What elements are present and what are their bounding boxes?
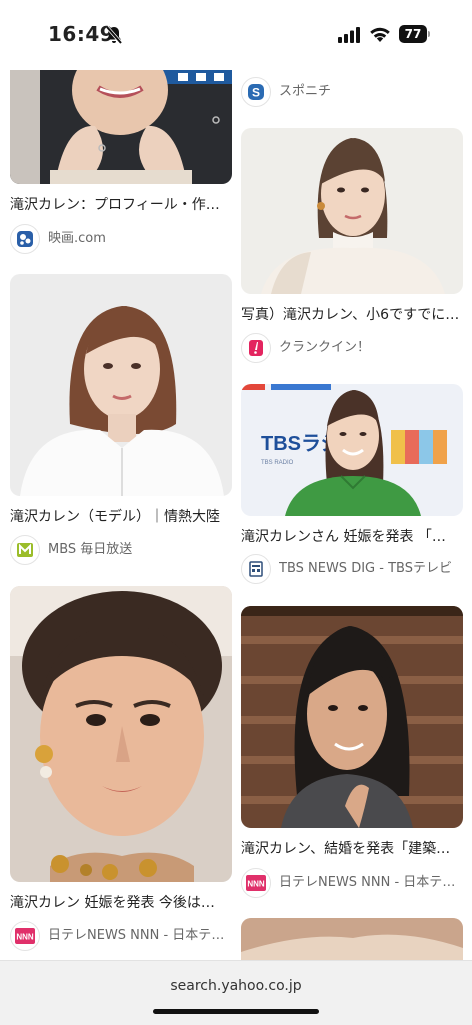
result-image[interactable] [10,274,232,496]
source-name: クランクイン！ [279,340,371,355]
source-name: MBS 毎日放送 [48,542,133,557]
cellular-signal-icon [338,27,362,47]
result-source[interactable]: NNN 日テレNEWS NNN - 日本テレビ [10,921,232,951]
home-indicator[interactable] [153,1009,319,1014]
nnn-icon: NNN [241,868,271,898]
silent-mode-icon [104,25,124,49]
result-source[interactable]: TBS NEWS DIG - TBSテレビ [241,554,463,584]
source-name: 日テレNEWS NNN - 日本テレビ [279,875,463,890]
result-source[interactable]: NNN 日テレNEWS NNN - 日本テレビ [241,868,463,898]
result-image[interactable] [241,606,463,828]
battery-icon: 77 [399,25,431,43]
tbs-icon [241,554,271,584]
source-name: 映画.com [48,231,106,246]
url-text[interactable]: search.yahoo.co.jp [0,978,472,994]
source-name: TBS NEWS DIG - TBSテレビ [279,561,452,576]
result-title[interactable]: 写真）滝沢カレン、小6ですでに… [241,306,463,324]
result-source[interactable]: クランクイン！ [241,333,463,363]
mbs-icon [10,535,40,565]
source-name: スポニチ [279,84,332,99]
result-title[interactable]: 滝沢カレン（モデル）｜情熱大陸 [10,508,232,526]
result-title[interactable]: 滝沢カレン 妊娠を発表 今後は… [10,894,232,912]
result-image[interactable] [241,128,463,294]
eiga-com-icon [10,224,40,254]
nnn-icon: NNN [10,921,40,951]
svg-text:NNN: NNN [247,880,265,889]
source-name: 日テレNEWS NNN - 日本テレビ [48,928,232,943]
result-source[interactable]: MBS 毎日放送 [10,535,232,565]
result-image[interactable] [10,70,232,184]
result-title[interactable]: 滝沢カレンさん 妊娠を発表 「… [241,528,463,546]
crankin-icon [241,333,271,363]
svg-text:S: S [252,86,260,100]
browser-url-bar[interactable]: search.yahoo.co.jp [0,960,472,1025]
result-title[interactable]: 滝沢カレン：プロフィール・作品情報 [10,196,232,214]
battery-level: 77 [399,25,427,43]
result-source[interactable]: 映画.com [10,224,232,254]
result-image[interactable] [10,586,232,882]
result-image[interactable]: TBSラジ TBS RADIO [241,384,463,516]
wifi-icon [369,25,391,47]
result-source[interactable]: S スポニチ [241,77,463,107]
result-title[interactable]: 滝沢カレン、結婚を発表「建築… [241,840,463,858]
sponichi-icon: S [241,77,271,107]
status-bar: 16:49 77 [0,0,472,70]
svg-text:TBS RADIO: TBS RADIO [261,460,294,466]
svg-text:NNN: NNN [16,933,34,942]
